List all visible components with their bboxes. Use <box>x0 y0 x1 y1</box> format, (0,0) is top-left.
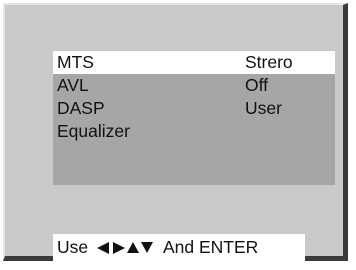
menu-item-label: DASP <box>57 98 105 118</box>
menu-item-label: AVL <box>57 75 89 95</box>
navigation-hint: Use And ENTER <box>53 234 305 261</box>
menu-item-label: Equalizer <box>57 121 130 141</box>
menu-item-value: Strero <box>245 52 293 72</box>
down-arrow-icon <box>141 242 153 253</box>
up-arrow-icon <box>127 242 139 253</box>
menu-item-avl[interactable]: AVL Off <box>53 74 335 97</box>
hint-prefix: Use <box>57 237 89 257</box>
left-arrow-icon <box>97 242 109 254</box>
menu-item-equalizer[interactable]: Equalizer <box>53 120 335 143</box>
menu-item-dasp[interactable]: DASP User <box>53 97 335 120</box>
hint-suffix: And ENTER <box>163 237 259 257</box>
osd-panel: MTS Strero AVL Off DASP User Equalizer U… <box>3 3 348 261</box>
menu-item-value: Off <box>245 75 269 95</box>
menu-item-value: User <box>245 98 282 118</box>
menu-item-label: MTS <box>57 52 94 72</box>
sound-menu: MTS Strero AVL Off DASP User Equalizer <box>53 51 335 185</box>
menu-item-mts[interactable]: MTS Strero <box>53 51 335 74</box>
right-arrow-icon <box>113 242 125 254</box>
